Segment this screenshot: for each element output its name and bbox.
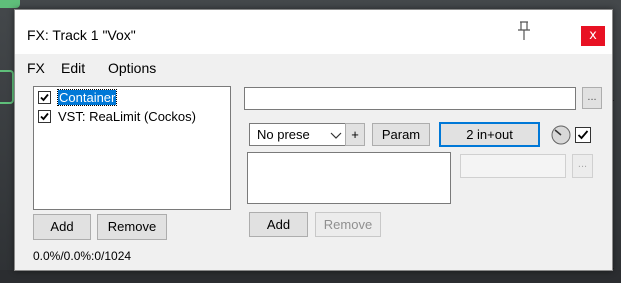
container-fx-list[interactable] xyxy=(247,152,451,204)
close-button[interactable]: x xyxy=(581,26,605,46)
pin-icon[interactable] xyxy=(515,20,533,42)
fx-bypass-checkbox[interactable] xyxy=(575,127,591,143)
fx-enable-checkbox[interactable] xyxy=(38,91,51,104)
menu-options[interactable]: Options xyxy=(108,60,156,76)
remove-fx-button[interactable]: Remove xyxy=(97,214,167,240)
wet-knob-icon[interactable] xyxy=(550,124,572,146)
chevron-down-icon xyxy=(330,129,342,139)
add-container-fx-button[interactable]: Add xyxy=(249,212,308,237)
container-browse-button[interactable]: ... xyxy=(582,87,602,109)
title-bar[interactable]: FX: Track 1 "Vox" x xyxy=(15,10,612,54)
fx-enable-checkbox[interactable] xyxy=(38,110,51,123)
menu-edit[interactable]: Edit xyxy=(61,60,85,76)
preset-dropdown[interactable]: No prese xyxy=(249,123,348,146)
menu-fx[interactable]: FX xyxy=(27,60,45,76)
disabled-field xyxy=(460,154,566,178)
track-color-indicator xyxy=(0,0,20,8)
add-fx-button[interactable]: Add xyxy=(33,214,91,240)
track-color-indicator xyxy=(0,70,14,104)
arrange-bottom-bar xyxy=(0,270,621,283)
cpu-status-text: 0.0%/0.0%:0/1024 xyxy=(33,249,132,263)
window-title: FX: Track 1 "Vox" xyxy=(27,27,136,43)
menu-bar: FX Edit Options xyxy=(15,54,612,80)
disabled-browse-button: ... xyxy=(572,154,593,178)
preset-value: No prese xyxy=(257,127,310,142)
fx-chain-list[interactable]: Container VST: ReaLimit (Cockos) xyxy=(33,86,231,210)
fx-list-item-label: Container xyxy=(56,89,118,106)
remove-container-fx-button: Remove xyxy=(315,212,381,237)
fx-list-item-label: VST: ReaLimit (Cockos) xyxy=(58,109,196,124)
io-routing-button[interactable]: 2 in+out xyxy=(439,122,540,147)
container-name-field[interactable] xyxy=(244,87,576,110)
fx-window: FX: Track 1 "Vox" x FX Edit Options Cont… xyxy=(14,9,613,271)
param-button[interactable]: Param xyxy=(372,123,430,146)
preset-add-button[interactable]: + xyxy=(345,123,365,146)
